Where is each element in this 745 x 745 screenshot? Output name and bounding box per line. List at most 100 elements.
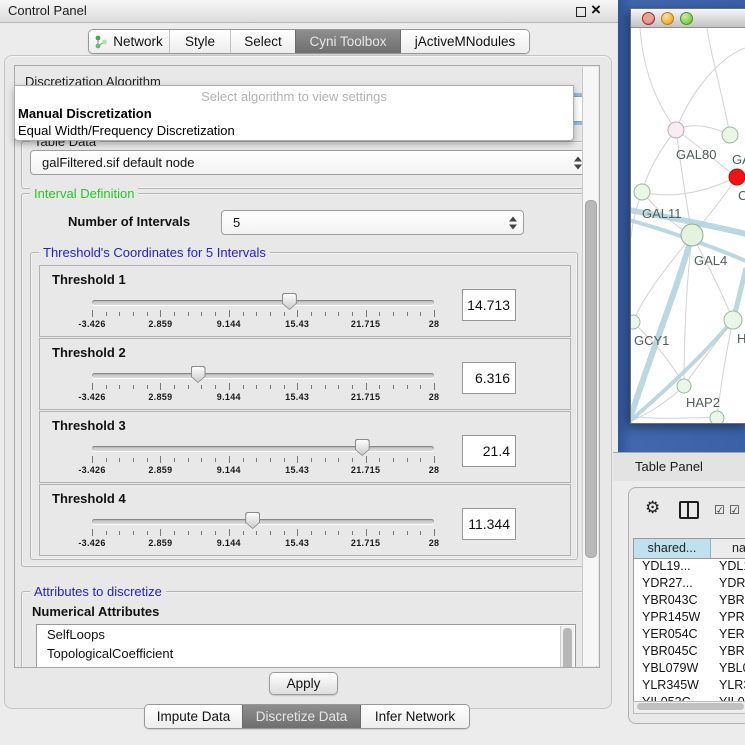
- attribute-list-item[interactable]: BetweennessCentrality: [37, 663, 575, 668]
- attribute-list-item[interactable]: TopologicalCoefficient: [37, 644, 575, 663]
- cell-shared-name[interactable]: YBR043C: [634, 593, 710, 610]
- tab-discretize-data[interactable]: Discretize Data: [242, 705, 360, 728]
- column-header-name[interactable]: name: [711, 539, 745, 558]
- slider-track[interactable]: [92, 446, 434, 451]
- tab-infer-network[interactable]: Infer Network: [360, 705, 469, 728]
- node-hap2[interactable]: [677, 379, 691, 393]
- slider-tick: [174, 531, 175, 535]
- slider-tick: [201, 531, 202, 535]
- slider-tick: [215, 458, 216, 462]
- slider-handle[interactable]: [245, 512, 260, 529]
- table-row[interactable]: YDR27...YDR2: [634, 576, 745, 593]
- node-top-right[interactable]: [722, 127, 738, 143]
- table-row[interactable]: YLR345WYLR3: [634, 678, 745, 695]
- dropdown-item-manual-discretization[interactable]: Manual Discretization: [15, 105, 573, 122]
- slider-tick: [147, 312, 148, 316]
- network-window-titlebar[interactable]: [631, 9, 745, 28]
- cell-name[interactable]: YPR1: [710, 610, 745, 627]
- cell-name[interactable]: YBR0: [710, 644, 745, 661]
- tab-jactivemnodules[interactable]: jActiveMNodules: [400, 30, 529, 53]
- cell-name[interactable]: YLR3: [710, 678, 745, 695]
- slider-handle[interactable]: [191, 366, 206, 383]
- cell-shared-name[interactable]: YDR27...: [634, 576, 710, 593]
- table-data-combobox[interactable]: galFiltered.sif default node: [30, 150, 589, 175]
- tab-style[interactable]: Style: [169, 30, 230, 53]
- slider-handle[interactable]: [282, 293, 297, 310]
- threshold-label: Threshold 1: [52, 272, 126, 287]
- slider-tick: [188, 458, 189, 462]
- cell-shared-name[interactable]: YPR145W: [634, 610, 710, 627]
- tab-select[interactable]: Select: [230, 30, 295, 53]
- zoom-traffic-light-icon[interactable]: [680, 12, 693, 25]
- tab-network[interactable]: Network: [89, 30, 169, 53]
- slider-track[interactable]: [92, 519, 434, 524]
- slider-track[interactable]: [92, 300, 434, 305]
- table-row[interactable]: YER054CYER0: [634, 627, 745, 644]
- slider-tick: [119, 312, 120, 316]
- cell-shared-name[interactable]: YER054C: [634, 627, 710, 644]
- slider-scale-label: 15.43: [285, 465, 309, 475]
- tab-impute-data[interactable]: Impute Data: [145, 705, 242, 728]
- list-scrollbar-thumb[interactable]: [563, 628, 572, 668]
- attribute-list-item[interactable]: SelfLoops: [37, 625, 575, 644]
- gear-icon[interactable]: ⚙: [645, 499, 660, 516]
- checkbox-icon[interactable]: ☑: [729, 504, 740, 516]
- table-row[interactable]: YPR145WYPR1: [634, 610, 745, 627]
- settings-vertical-scrollbar[interactable]: [582, 67, 598, 666]
- slider-tick: [147, 385, 148, 389]
- dropdown-hint-item[interactable]: Select algorithm to view settings: [15, 88, 573, 105]
- slider-handle[interactable]: [355, 439, 370, 456]
- minimize-traffic-light-icon[interactable]: [661, 12, 674, 25]
- table-scrollbar-thumb[interactable]: [637, 703, 744, 710]
- slider-tick: [201, 385, 202, 389]
- node-bottom[interactable]: [710, 411, 724, 423]
- node-right-h[interactable]: [724, 311, 742, 329]
- cell-shared-name[interactable]: YDL19...: [634, 559, 710, 576]
- cell-shared-name[interactable]: YLR345W: [634, 678, 710, 695]
- column-header-shared-name[interactable]: shared...: [634, 539, 711, 558]
- columns-icon[interactable]: [679, 501, 699, 519]
- table-row[interactable]: YDL19...YDL1: [634, 559, 745, 576]
- checkbox-icon[interactable]: ☑: [714, 504, 725, 516]
- tab-label: Style: [185, 34, 215, 49]
- table-data-group: Table Data galFiltered.sif default node: [21, 141, 597, 189]
- slider-tick: [174, 385, 175, 389]
- slider-tick: [434, 383, 435, 390]
- network-canvas[interactable]: GAL80 GA C GAL11 GAL4 GCY1 H HAP2: [631, 28, 745, 423]
- table-row[interactable]: YBL079WYBL0: [634, 661, 745, 678]
- slider-tick: [352, 531, 353, 535]
- node-gal80[interactable]: [668, 122, 684, 138]
- apply-button[interactable]: Apply: [269, 672, 338, 695]
- slider-tick: [407, 385, 408, 389]
- table-horizontal-scrollbar[interactable]: [633, 701, 745, 714]
- slider-tick: [311, 458, 312, 462]
- settings-scrollbar-thumb[interactable]: [585, 200, 597, 558]
- close-traffic-light-icon[interactable]: [642, 12, 655, 25]
- table-row[interactable]: YBR043CYBR0: [634, 593, 745, 610]
- cell-name[interactable]: YBR0: [710, 593, 745, 610]
- close-icon[interactable]: ×: [591, 0, 601, 20]
- cell-name[interactable]: YBL0: [710, 661, 745, 678]
- tab-cyni-toolbox[interactable]: Cyni Toolbox: [295, 30, 400, 53]
- table-row[interactable]: YBR045CYBR0: [634, 644, 745, 661]
- cell-shared-name[interactable]: YBR045C: [634, 644, 710, 661]
- threshold-value-field[interactable]: [462, 508, 516, 540]
- threshold-value-field[interactable]: [462, 289, 516, 321]
- slider-track[interactable]: [92, 373, 434, 378]
- list-scrollbar[interactable]: [560, 626, 574, 668]
- float-window-icon[interactable]: [576, 7, 586, 17]
- dropdown-item-equal-width[interactable]: Equal Width/Frequency Discretization: [15, 122, 573, 139]
- node-selected-red[interactable]: [729, 169, 745, 185]
- cell-name[interactable]: YDL1: [710, 559, 745, 576]
- slider-tick: [338, 531, 339, 535]
- threshold-value-field[interactable]: [462, 362, 516, 394]
- cell-shared-name[interactable]: YBL079W: [634, 661, 710, 678]
- slider-tick: [366, 383, 367, 390]
- node-gcy1[interactable]: [631, 315, 640, 329]
- cell-name[interactable]: YER0: [710, 627, 745, 644]
- cell-name[interactable]: YDR2: [710, 576, 745, 593]
- threshold-value-field[interactable]: [462, 435, 516, 467]
- node-gal11[interactable]: [634, 184, 650, 200]
- node-gal4[interactable]: [681, 224, 703, 246]
- number-of-intervals-combobox[interactable]: 5: [221, 210, 524, 235]
